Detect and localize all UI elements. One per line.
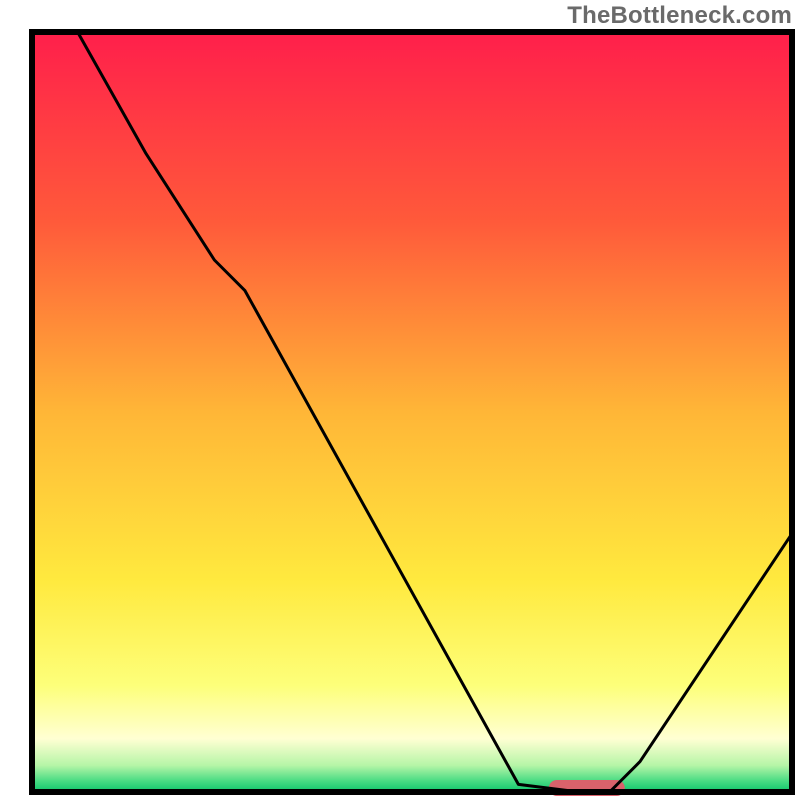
gradient-background — [32, 32, 792, 792]
bottleneck-chart — [0, 0, 800, 800]
chart-container: TheBottleneck.com — [0, 0, 800, 800]
watermark-text: TheBottleneck.com — [567, 2, 792, 30]
